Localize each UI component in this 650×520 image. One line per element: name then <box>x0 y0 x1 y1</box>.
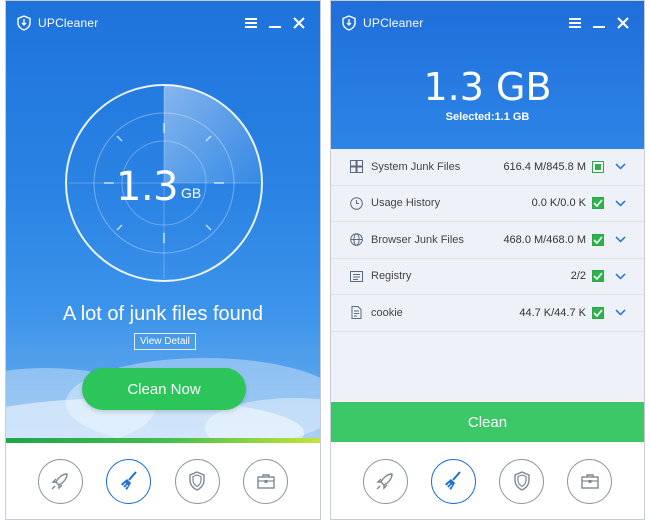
selected-size: Selected:1.1 GB <box>445 111 530 123</box>
speed-up-nav-button[interactable] <box>362 458 408 504</box>
junk-found-message: A lot of junk files found <box>62 303 264 325</box>
close-button[interactable] <box>612 12 634 34</box>
shield-icon <box>513 471 530 491</box>
junk-size-unit: GB <box>181 185 202 201</box>
detail-window: 1.3 GB Selected:1.1 GB UPCleaner System … <box>330 0 645 520</box>
list-item[interactable]: Usage History 0.0 K/0.0 K <box>331 186 644 222</box>
shield-icon <box>189 471 205 491</box>
app-title: UPCleaner <box>363 16 424 30</box>
toolbox-icon <box>581 474 599 489</box>
protect-nav-button[interactable] <box>174 458 220 504</box>
globe-icon <box>349 233 363 247</box>
chevron-down-icon[interactable] <box>614 307 626 319</box>
list-item[interactable]: System Junk Files 616.4 M/845.8 M <box>331 149 644 186</box>
clean-nav-button[interactable] <box>106 458 152 504</box>
clock-icon <box>349 196 363 210</box>
item-name: cookie <box>371 306 403 319</box>
menu-button[interactable] <box>240 12 262 34</box>
toolbox-nav-button[interactable] <box>243 458 289 504</box>
close-icon <box>293 17 305 29</box>
clean-button[interactable]: Clean <box>331 402 644 442</box>
clean-nav-button[interactable] <box>430 458 476 504</box>
broom-icon <box>445 471 462 490</box>
minimize-button[interactable] <box>588 12 610 34</box>
list-item[interactable]: Registry 2/2 <box>331 259 644 295</box>
rocket-icon <box>51 473 68 490</box>
junk-category-list: System Junk Files 616.4 M/845.8 M Usage … <box>331 149 644 401</box>
close-icon <box>617 17 629 29</box>
clean-now-button[interactable]: Clean Now <box>82 368 246 410</box>
item-name: System Junk Files <box>371 160 461 173</box>
menu-icon <box>245 18 257 28</box>
upcleaner-logo-icon <box>342 15 356 31</box>
app-title: UPCleaner <box>38 16 99 30</box>
cookie-icon <box>349 306 363 320</box>
title-bar: UPCleaner <box>331 1 644 45</box>
item-checkbox[interactable] <box>592 270 604 283</box>
chevron-down-icon[interactable] <box>614 270 626 282</box>
close-button[interactable] <box>288 12 310 34</box>
toolbox-nav-button[interactable] <box>567 458 613 504</box>
total-junk-size: 1.3 GB <box>423 65 552 109</box>
minimize-button[interactable] <box>264 12 286 34</box>
main-scan-window: 1.3 GB A lot of junk files found View De… <box>5 0 321 520</box>
title-bar: UPCleaner <box>6 1 320 45</box>
upcleaner-logo-icon <box>17 15 31 31</box>
item-name: Browser Junk Files <box>371 233 464 246</box>
chevron-down-icon[interactable] <box>614 161 626 173</box>
item-size: 616.4 M/845.8 M <box>503 160 586 173</box>
item-checkbox[interactable] <box>592 160 604 173</box>
item-size: 2/2 <box>570 270 586 283</box>
list-item[interactable]: Browser Junk Files 468.0 M/468.0 M <box>331 222 644 259</box>
toolbox-icon <box>257 474 275 489</box>
scan-result-area: 1.3 GB A lot of junk files found View De… <box>6 1 320 438</box>
bottom-navigation <box>331 443 644 519</box>
chevron-down-icon[interactable] <box>614 197 626 209</box>
junk-size-value: 1.3 <box>116 164 179 210</box>
item-checkbox[interactable] <box>592 233 604 246</box>
broom-icon <box>120 471 137 490</box>
speed-up-nav-button[interactable] <box>37 458 83 504</box>
item-checkbox[interactable] <box>592 306 604 319</box>
rocket-icon <box>376 473 393 490</box>
bottom-navigation <box>6 443 320 519</box>
item-name: Registry <box>371 270 412 283</box>
view-detail-button[interactable]: View Detail <box>134 333 196 350</box>
item-size: 468.0 M/468.0 M <box>503 233 586 246</box>
protect-nav-button[interactable] <box>499 458 545 504</box>
windows-icon <box>349 160 363 174</box>
item-size: 44.7 K/44.7 K <box>519 306 586 319</box>
minimize-icon <box>593 26 605 28</box>
menu-button[interactable] <box>564 12 586 34</box>
list-item[interactable]: cookie 44.7 K/44.7 K <box>331 295 644 332</box>
chevron-down-icon[interactable] <box>614 234 626 246</box>
item-checkbox[interactable] <box>592 197 604 210</box>
minimize-icon <box>269 26 281 28</box>
item-name: Usage History <box>371 197 441 210</box>
menu-icon <box>569 18 581 28</box>
item-size: 0.0 K/0.0 K <box>531 197 586 210</box>
registry-icon <box>349 269 363 283</box>
